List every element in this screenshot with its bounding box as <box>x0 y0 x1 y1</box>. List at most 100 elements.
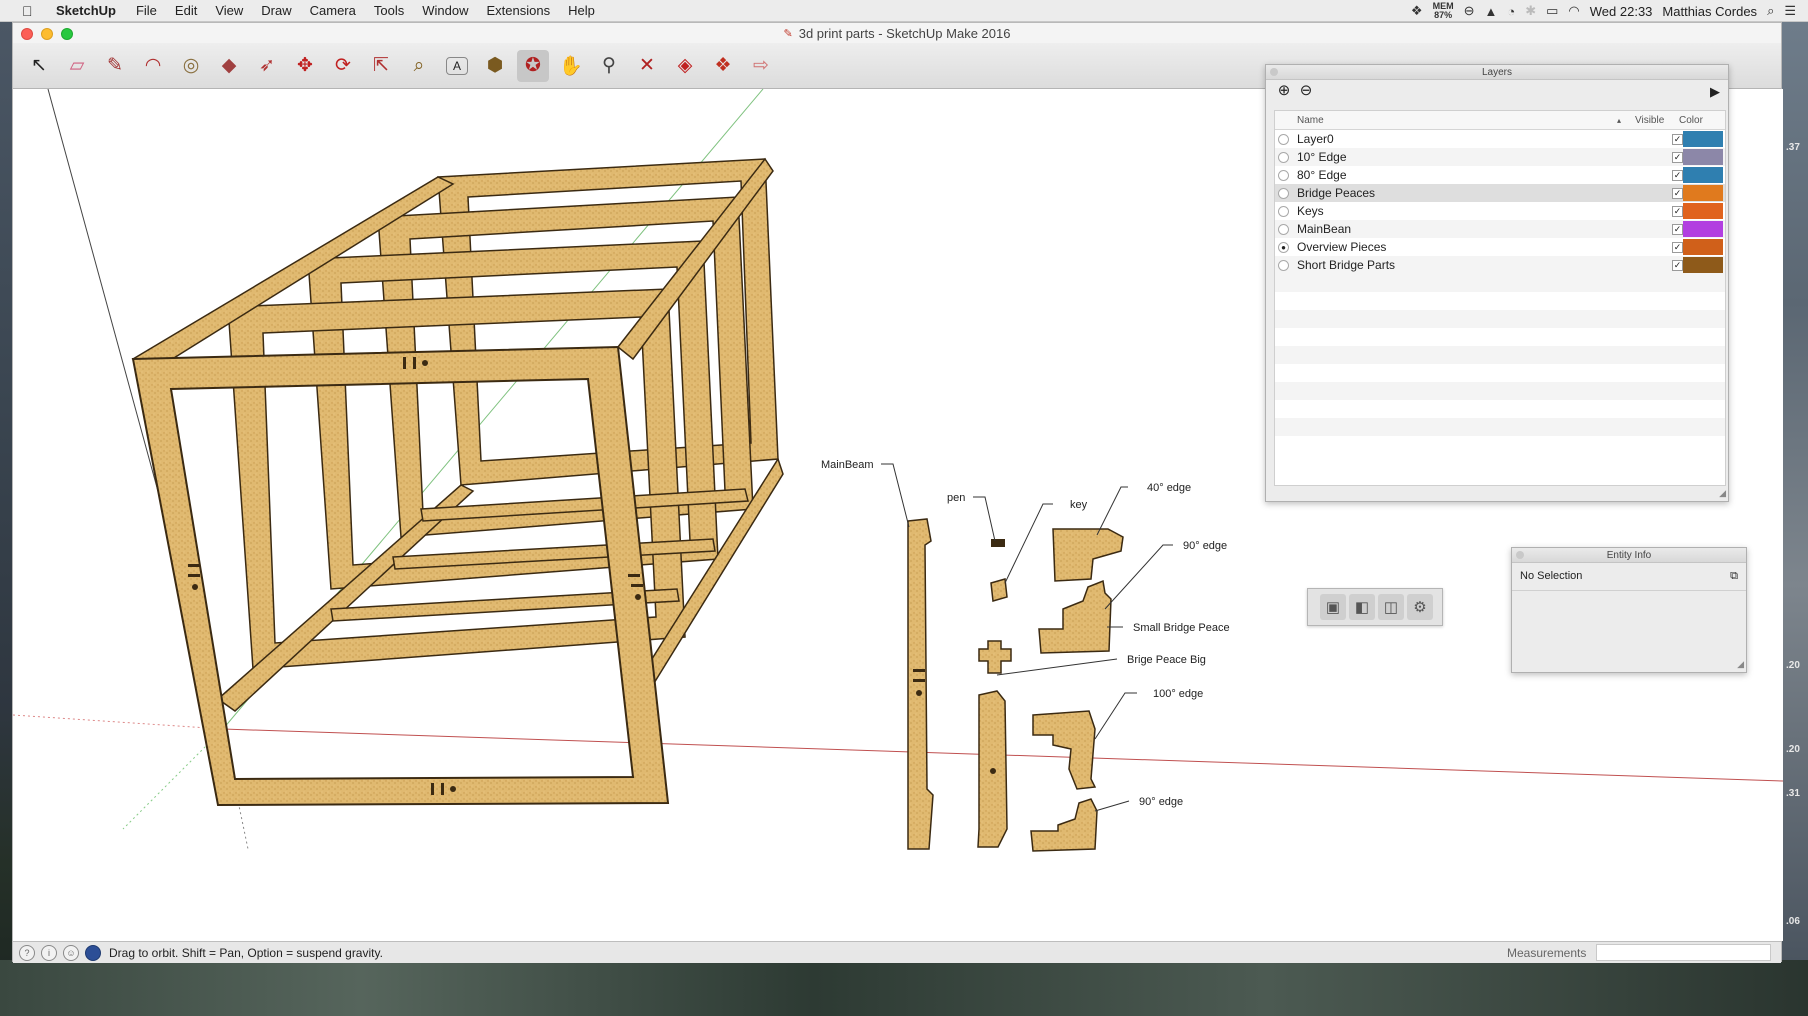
part-bridge-big[interactable] <box>977 690 1008 848</box>
extension-warehouse-button[interactable]: ❖ <box>707 50 739 82</box>
text-tool-button[interactable]: A <box>446 56 468 75</box>
close-window-button[interactable] <box>21 28 33 40</box>
measurements-input[interactable] <box>1596 944 1771 961</box>
close-icon[interactable] <box>1516 551 1524 559</box>
layer-name[interactable]: 10° Edge <box>1297 150 1637 164</box>
layer-name[interactable]: Bridge Peaces <box>1297 186 1637 200</box>
xray-style-icon[interactable]: ▣ <box>1320 594 1346 620</box>
layer-color-swatch[interactable] <box>1683 185 1723 201</box>
scale-tool-button[interactable]: ⇱ <box>365 50 397 82</box>
column-name[interactable]: Name <box>1297 115 1617 126</box>
layer-row[interactable]: 80° Edge ✓ <box>1275 166 1725 184</box>
entity-toggle-icon[interactable]: ⧉ <box>1730 570 1738 583</box>
part-key[interactable] <box>990 578 1008 602</box>
active-layer-radio[interactable] <box>1278 151 1289 163</box>
wifi-icon[interactable]: ◠ <box>1568 3 1579 19</box>
part-mainbeam[interactable] <box>907 518 934 850</box>
part-100-edge[interactable] <box>1032 710 1097 790</box>
layer-color-swatch[interactable] <box>1683 131 1723 147</box>
layer-row[interactable]: Short Bridge Parts ✓ <box>1275 256 1725 274</box>
zoom-extents-tool-button[interactable]: ✕ <box>631 50 663 82</box>
active-layer-radio[interactable] <box>1278 223 1289 235</box>
layers-panel-titlebar[interactable]: Layers <box>1266 65 1728 80</box>
layer-visible-checkbox[interactable]: ✓ <box>1672 187 1683 199</box>
layer-row[interactable]: Keys ✓ <box>1275 202 1725 220</box>
apple-menu-icon[interactable]:  <box>22 3 42 19</box>
clock[interactable]: Wed 22:33 <box>1590 4 1653 19</box>
layer-name[interactable]: Layer0 <box>1297 132 1637 146</box>
time-machine-icon[interactable]: ◔ <box>1507 4 1515 19</box>
line-tool-button[interactable]: ✎ <box>99 50 131 82</box>
bluetooth-icon[interactable]: ✱ <box>1525 3 1536 19</box>
layer-row[interactable]: Bridge Peaces ✓ <box>1275 184 1725 202</box>
layer-name[interactable]: Overview Pieces <box>1297 240 1637 254</box>
layer-color-swatch[interactable] <box>1683 239 1723 255</box>
layer-name[interactable]: Keys <box>1297 204 1637 218</box>
part-90-edge-bottom[interactable] <box>1030 798 1098 852</box>
menu-edit[interactable]: Edit <box>166 3 206 18</box>
column-color[interactable]: Color <box>1679 115 1703 126</box>
memory-monitor[interactable]: MEM 87% <box>1433 2 1454 20</box>
back-edges-style-icon[interactable]: ◧ <box>1349 594 1375 620</box>
resize-grip-icon[interactable]: ◢ <box>1737 659 1744 670</box>
arc-tool-button[interactable]: ◠ <box>137 50 169 82</box>
follow-me-tool-button[interactable]: ➶ <box>251 50 283 82</box>
layer-row[interactable]: Layer0 ✓ <box>1275 130 1725 148</box>
layer-name[interactable]: 80° Edge <box>1297 168 1637 182</box>
layer-color-swatch[interactable] <box>1683 257 1723 273</box>
sort-ascending-icon[interactable]: ▴ <box>1617 116 1635 125</box>
active-layer-radio[interactable] <box>1278 187 1289 199</box>
eraser-tool-button[interactable]: ▱ <box>61 50 93 82</box>
active-layer-radio[interactable]: ● <box>1278 241 1289 253</box>
rotate-tool-button[interactable]: ⟳ <box>327 50 359 82</box>
part-small-bridge[interactable] <box>978 640 1012 674</box>
geo-location-icon[interactable]: ? <box>19 944 35 961</box>
tape-measure-tool-button[interactable]: ⌕ <box>403 50 435 82</box>
layer-name[interactable]: Short Bridge Parts <box>1297 258 1637 272</box>
add-layer-icon[interactable]: ⊕ <box>1276 83 1292 100</box>
layer-color-swatch[interactable] <box>1683 167 1723 183</box>
entity-info-titlebar[interactable]: Entity Info <box>1512 548 1746 563</box>
part-90-edge-top[interactable] <box>1038 579 1112 654</box>
layer-color-swatch[interactable] <box>1683 221 1723 237</box>
select-tool-button[interactable]: ↖ <box>23 50 55 82</box>
layer-row[interactable]: 10° Edge ✓ <box>1275 148 1725 166</box>
layer-visible-checkbox[interactable]: ✓ <box>1672 205 1683 217</box>
user-account-icon[interactable]: ☺ <box>63 944 79 961</box>
menu-draw[interactable]: Draw <box>252 3 300 18</box>
menu-app-name[interactable]: SketchUp <box>56 3 127 18</box>
column-visible[interactable]: Visible <box>1635 115 1679 126</box>
layer-color-swatch[interactable] <box>1683 203 1723 219</box>
dropbox-icon[interactable]: ❖ <box>1411 3 1423 19</box>
layer-visible-checkbox[interactable]: ✓ <box>1672 169 1683 181</box>
menu-tools[interactable]: Tools <box>365 3 413 18</box>
active-layer-radio[interactable] <box>1278 259 1289 271</box>
layer-name[interactable]: MainBean <box>1297 222 1637 236</box>
close-icon[interactable] <box>1270 68 1278 76</box>
resize-grip-icon[interactable]: ◢ <box>1719 488 1726 499</box>
google-drive-icon[interactable]: ▲ <box>1484 4 1497 19</box>
spotlight-search-icon[interactable]: ⌕ <box>1767 3 1774 19</box>
minimize-window-button[interactable] <box>41 28 53 40</box>
part-40-edge[interactable] <box>1052 528 1124 582</box>
layer-visible-checkbox[interactable]: ✓ <box>1672 151 1683 163</box>
menu-extensions[interactable]: Extensions <box>477 3 559 18</box>
sync-icon[interactable]: ⊖ <box>1464 3 1475 19</box>
layer-visible-checkbox[interactable]: ✓ <box>1672 223 1683 235</box>
menu-file[interactable]: File <box>127 3 166 18</box>
menu-view[interactable]: View <box>206 3 252 18</box>
section-plane-icon[interactable]: ◫ <box>1378 594 1404 620</box>
push-pull-tool-button[interactable]: ◆ <box>213 50 245 82</box>
active-layer-radio[interactable] <box>1278 169 1289 181</box>
layer-row[interactable]: ● Overview Pieces ✓ <box>1275 238 1725 256</box>
layer-visible-checkbox[interactable]: ✓ <box>1672 241 1683 253</box>
layer-row[interactable]: MainBean ✓ <box>1275 220 1725 238</box>
3d-warehouse-button[interactable]: ◈ <box>669 50 701 82</box>
battery-icon[interactable]: ▭ <box>1546 3 1558 19</box>
active-layer-radio[interactable] <box>1278 133 1289 145</box>
notification-center-icon[interactable]: ☰ <box>1784 3 1796 19</box>
credits-icon[interactable]: i <box>41 944 57 961</box>
send-to-layout-button[interactable]: ⇨ <box>745 50 777 82</box>
move-tool-button[interactable]: ✥ <box>289 50 321 82</box>
menu-help[interactable]: Help <box>559 3 604 18</box>
